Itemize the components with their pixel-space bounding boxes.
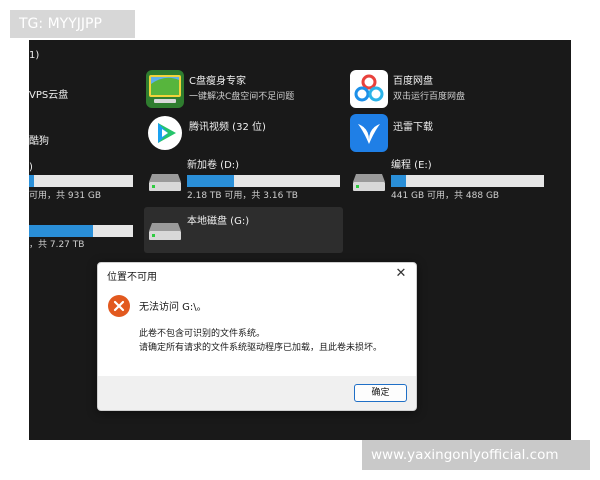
app-title[interactable]: C盘瘦身专家 bbox=[189, 76, 246, 88]
error-x-icon bbox=[108, 295, 130, 317]
usage-bar-fill bbox=[187, 175, 235, 187]
app-title[interactable]: 腾讯视频 (32 位) bbox=[189, 122, 266, 134]
watermark-top: TG: MYYJJPP bbox=[10, 10, 135, 38]
tencent-video-icon[interactable] bbox=[146, 114, 184, 152]
dialog-message: 无法访问 G:\。 bbox=[139, 302, 207, 313]
close-icon[interactable]: ✕ bbox=[392, 265, 410, 283]
usage-bar-fill bbox=[29, 175, 35, 187]
hard-drive-icon bbox=[353, 174, 385, 191]
left-drive2-free-text: ，共 7.27 TB bbox=[29, 240, 85, 250]
ok-button[interactable]: 确定 bbox=[354, 384, 407, 402]
drive-usage-bar bbox=[187, 175, 340, 187]
c-drive-cleaner-icon[interactable] bbox=[146, 70, 184, 108]
usage-bar-fill bbox=[391, 175, 407, 187]
app-subtitle: 双击运行百度网盘 bbox=[393, 92, 466, 102]
baidu-netdisk-graphic bbox=[354, 74, 384, 102]
dialog-title: 位置不可用 bbox=[107, 272, 157, 283]
dialog-footer: 确定 bbox=[98, 376, 416, 410]
app-title[interactable]: 迅雷下载 bbox=[393, 122, 433, 134]
left-drive1-free-text: 可用，共 931 GB bbox=[29, 191, 102, 201]
left-drive2-usage-bar bbox=[29, 225, 133, 237]
drive-usage-bar bbox=[391, 175, 544, 187]
drive-label[interactable]: 新加卷 (D:) bbox=[187, 160, 239, 172]
dialog-detail-line-1: 此卷不包含可识别的文件系统。 bbox=[139, 329, 266, 339]
hard-drive-icon bbox=[149, 223, 181, 240]
drive-free-text: 441 GB 可用，共 488 GB bbox=[391, 191, 500, 201]
section-header-fragment: 1) bbox=[29, 50, 40, 61]
usage-bar-fill bbox=[29, 225, 94, 237]
dialog-detail-line-2: 请确定所有请求的文件系统驱动程序已加载，且此卷未损坏。 bbox=[139, 343, 383, 353]
drive-tile-g-selected[interactable]: 本地磁盘 (G:) bbox=[144, 207, 343, 253]
watermark-bottom: www.yaxingonlyofficial.com bbox=[362, 440, 590, 470]
drive-label: 本地磁盘 (G:) bbox=[187, 216, 250, 227]
error-x-glyph bbox=[113, 300, 125, 312]
hard-drive-icon bbox=[149, 174, 181, 191]
left-drive1-label-fragment[interactable]: ) bbox=[29, 162, 33, 174]
c-drive-cleaner-graphic bbox=[149, 75, 181, 103]
screenshot-canvas: 1) VPS云盘 酷狗 ) 可用，共 931 GB ，共 7.27 TB C盘瘦… bbox=[0, 0, 600, 480]
drive-label[interactable]: 编程 (E:) bbox=[391, 160, 432, 172]
app-title[interactable]: 百度网盘 bbox=[393, 76, 433, 88]
location-unavailable-dialog: 位置不可用 ✕ 无法访问 G:\。 此卷不包含可识别的文件系统。 请确定所有请求… bbox=[97, 262, 417, 411]
left-item-fragment-2[interactable]: 酷狗 bbox=[29, 136, 49, 148]
xunlei-graphic bbox=[358, 124, 380, 144]
tencent-video-graphic bbox=[148, 116, 182, 150]
left-drive1-usage-bar bbox=[29, 175, 133, 187]
drive-free-text: 2.18 TB 可用，共 3.16 TB bbox=[187, 191, 298, 201]
app-subtitle: 一键解决C盘空间不足问题 bbox=[189, 92, 295, 102]
left-item-fragment-1[interactable]: VPS云盘 bbox=[29, 90, 68, 102]
xunlei-icon[interactable] bbox=[350, 114, 388, 152]
baidu-netdisk-icon[interactable] bbox=[350, 70, 388, 108]
